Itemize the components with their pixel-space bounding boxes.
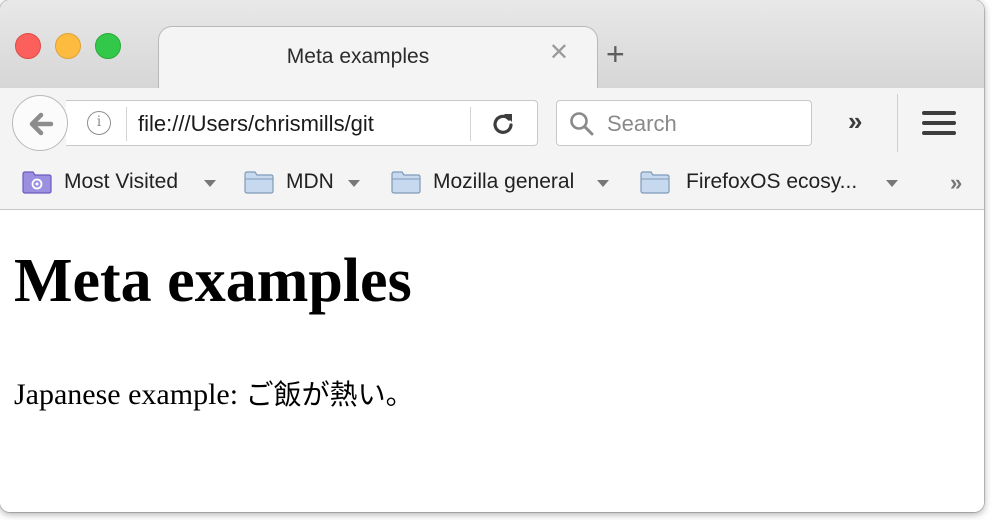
toolbar-overflow-icon[interactable]: » [848, 108, 862, 134]
chevron-down-icon [204, 180, 216, 187]
search-input[interactable]: Search [607, 111, 677, 137]
minimize-window-button[interactable] [55, 33, 81, 59]
bookmark-label: MDN [286, 170, 334, 193]
most-visited-icon [22, 171, 52, 194]
bookmark-mozilla-general[interactable]: Mozilla general [391, 168, 617, 198]
navigation-toolbar: i file:///Users/chrismills/git Search » [0, 88, 984, 158]
folder-icon [244, 171, 274, 194]
chevron-down-icon [886, 180, 898, 187]
chevron-down-icon [597, 180, 609, 187]
bookmark-label: Mozilla general [433, 170, 575, 193]
url-bar[interactable]: i file:///Users/chrismills/git [66, 100, 538, 146]
tab-strip: Meta examples ✕ + [0, 0, 984, 90]
toolbar-divider [897, 94, 898, 152]
url-input[interactable]: file:///Users/chrismills/git [138, 111, 420, 137]
bookmarks-toolbar: Most Visited MDN Mozilla general Firefox… [0, 158, 984, 210]
chevron-down-icon [348, 180, 360, 187]
page-content: Meta examples Japanese example: ご飯が熱い。 [0, 210, 984, 512]
info-icon[interactable]: i [87, 111, 111, 135]
search-box[interactable]: Search [556, 100, 812, 146]
browser-window: Meta examples ✕ + i file:///Users/chrism… [0, 0, 984, 512]
bookmark-label: FirefoxOS ecosy... [686, 170, 858, 193]
zoom-window-button[interactable] [95, 33, 121, 59]
url-divider [126, 107, 127, 141]
page-title: Meta examples [14, 247, 412, 315]
back-arrow-icon [29, 112, 54, 136]
hamburger-menu-icon[interactable] [922, 111, 956, 141]
page-paragraph: Japanese example: ご飯が熱い。 [14, 373, 414, 413]
bookmark-most-visited[interactable]: Most Visited [22, 168, 222, 198]
japanese-text: ご飯が熱い。 [245, 378, 414, 411]
folder-icon [640, 171, 670, 194]
bookmark-mdn[interactable]: MDN [244, 168, 368, 198]
new-tab-button[interactable]: + [606, 38, 625, 70]
close-window-button[interactable] [15, 33, 41, 59]
search-icon [570, 112, 594, 136]
bookmark-label: Most Visited [64, 170, 178, 193]
paragraph-label: Japanese example: [14, 378, 246, 411]
tab-meta-examples[interactable]: Meta examples ✕ [158, 26, 598, 90]
bookmark-firefoxos-ecosystem[interactable]: FirefoxOS ecosy... [640, 168, 904, 198]
folder-icon [391, 171, 421, 194]
back-button[interactable] [12, 95, 68, 151]
url-divider [470, 107, 471, 141]
close-tab-icon[interactable]: ✕ [549, 41, 569, 65]
bookmarks-overflow-icon[interactable]: » [950, 170, 962, 196]
reload-icon[interactable] [490, 111, 516, 142]
tab-title: Meta examples [286, 45, 430, 68]
